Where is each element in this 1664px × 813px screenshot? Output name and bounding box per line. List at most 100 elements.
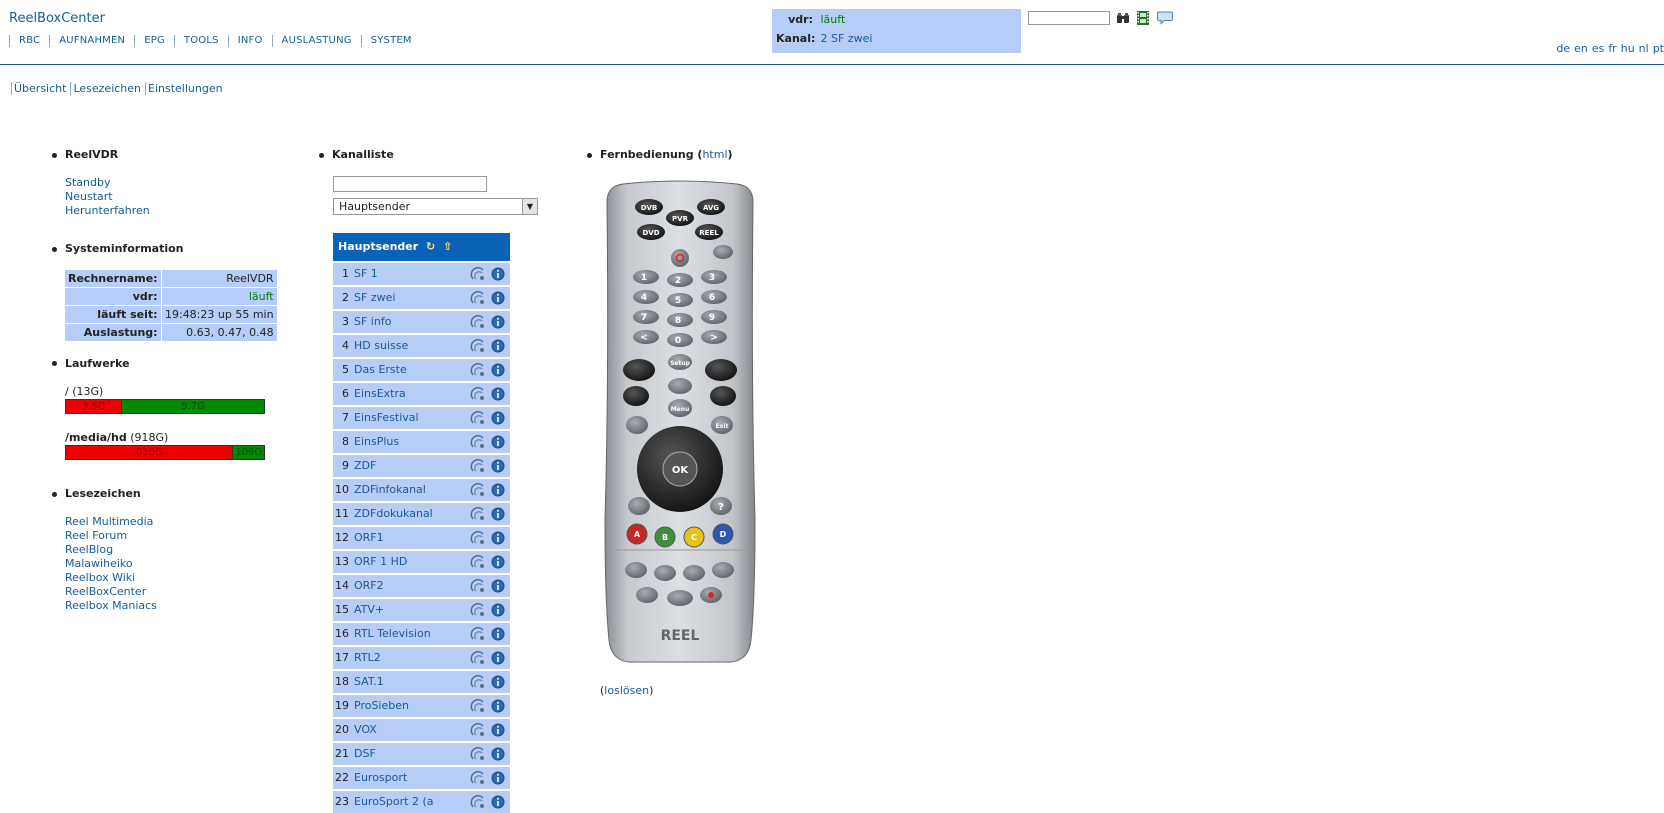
- stream-icon[interactable]: [470, 387, 486, 401]
- shutdown-link[interactable]: Herunterfahren: [65, 204, 150, 218]
- info-icon[interactable]: [491, 603, 505, 617]
- subnav-uebersicht[interactable]: Übersicht: [11, 82, 70, 95]
- lang-hu[interactable]: hu: [1621, 42, 1635, 55]
- info-icon[interactable]: [491, 267, 505, 281]
- channel-name-link[interactable]: ZDFdokukanal: [354, 503, 433, 525]
- lang-pt[interactable]: pt: [1653, 42, 1664, 55]
- timer-button[interactable]: [667, 590, 693, 606]
- nav-info[interactable]: INFO: [227, 35, 272, 47]
- channel-name-link[interactable]: ORF 1 HD: [354, 551, 407, 573]
- info-button[interactable]: [713, 245, 733, 259]
- channel-name-link[interactable]: ORF2: [354, 575, 384, 597]
- channel-name-link[interactable]: SF 1: [354, 263, 378, 285]
- stream-icon[interactable]: [470, 795, 486, 809]
- folder-button[interactable]: [626, 416, 648, 434]
- lang-es[interactable]: es: [1592, 42, 1605, 55]
- info-icon[interactable]: [491, 459, 505, 473]
- info-icon[interactable]: [491, 723, 505, 737]
- standby-link[interactable]: Standby: [65, 176, 150, 190]
- stop-button[interactable]: [636, 587, 658, 603]
- stream-icon[interactable]: [470, 339, 486, 353]
- restart-link[interactable]: Neustart: [65, 190, 150, 204]
- info-icon[interactable]: [491, 627, 505, 641]
- stream-icon[interactable]: [470, 483, 486, 497]
- info-icon[interactable]: [491, 555, 505, 569]
- stream-icon[interactable]: [470, 651, 486, 665]
- power-button[interactable]: [671, 249, 689, 267]
- channel-name-link[interactable]: ProSieben: [354, 695, 409, 717]
- bookmark-link[interactable]: Reelbox Maniacs: [65, 599, 157, 613]
- refresh-icon[interactable]: ↻: [426, 240, 435, 253]
- mute-button[interactable]: [668, 378, 692, 394]
- bookmark-link[interactable]: Reel Forum: [65, 529, 157, 543]
- channel-name-link[interactable]: EinsFestival: [354, 407, 419, 429]
- stream-icon[interactable]: [470, 579, 486, 593]
- chevron-down-icon[interactable]: ▼: [522, 199, 537, 214]
- nav-auslastung[interactable]: AUSLASTUNG: [271, 35, 361, 47]
- info-icon[interactable]: [491, 531, 505, 545]
- nav-aufnahmen[interactable]: AUFNAHMEN: [49, 35, 134, 47]
- teletext-button[interactable]: [628, 497, 650, 515]
- channel-name-link[interactable]: VOX: [354, 719, 377, 741]
- search-input[interactable]: [1028, 11, 1110, 25]
- stream-icon[interactable]: [470, 747, 486, 761]
- lang-de[interactable]: de: [1556, 42, 1570, 55]
- stream-icon[interactable]: [470, 603, 486, 617]
- info-icon[interactable]: [491, 435, 505, 449]
- info-icon[interactable]: [491, 771, 505, 785]
- stream-icon[interactable]: [470, 411, 486, 425]
- binoculars-icon[interactable]: [1116, 11, 1130, 25]
- stream-icon[interactable]: [470, 531, 486, 545]
- info-icon[interactable]: [491, 339, 505, 353]
- forward-button[interactable]: [712, 562, 734, 578]
- stream-icon[interactable]: [470, 723, 486, 737]
- channel-name-link[interactable]: EinsExtra: [354, 383, 406, 405]
- subnav-einstellungen[interactable]: Einstellungen: [145, 82, 227, 95]
- stream-icon[interactable]: [470, 699, 486, 713]
- info-icon[interactable]: [491, 675, 505, 689]
- bookmark-link[interactable]: ReelBoxCenter: [65, 585, 157, 599]
- stream-icon[interactable]: [470, 507, 486, 521]
- info-icon[interactable]: [491, 507, 505, 521]
- info-icon[interactable]: [491, 483, 505, 497]
- nav-rbc[interactable]: RBC: [9, 35, 49, 47]
- chat-bubble-icon[interactable]: [1157, 11, 1173, 25]
- stream-icon[interactable]: [470, 675, 486, 689]
- film-icon[interactable]: [1136, 11, 1150, 25]
- info-icon[interactable]: [491, 795, 505, 809]
- bookmark-link[interactable]: Reelbox Wiki: [65, 571, 157, 585]
- lang-nl[interactable]: nl: [1639, 42, 1649, 55]
- channel-name-link[interactable]: SF info: [354, 311, 391, 333]
- info-icon[interactable]: [491, 699, 505, 713]
- channel-name-link[interactable]: Das Erste: [354, 359, 407, 381]
- program-up-button[interactable]: [705, 359, 737, 381]
- channel-name-link[interactable]: HD suisse: [354, 335, 408, 357]
- channel-filter-input[interactable]: [333, 176, 487, 192]
- program-down-button[interactable]: [710, 386, 736, 406]
- info-icon[interactable]: [491, 651, 505, 665]
- channel-name-link[interactable]: SAT.1: [354, 671, 384, 693]
- info-icon[interactable]: [491, 579, 505, 593]
- info-icon[interactable]: [491, 291, 505, 305]
- info-icon[interactable]: [491, 315, 505, 329]
- channel-group-select[interactable]: Hauptsender ▼: [333, 198, 538, 215]
- info-icon[interactable]: [491, 411, 505, 425]
- info-icon[interactable]: [491, 747, 505, 761]
- channel-name-link[interactable]: RTL2: [354, 647, 381, 669]
- channel-name-link[interactable]: EinsPlus: [354, 431, 399, 453]
- up-arrow-icon[interactable]: ⇧: [443, 240, 452, 253]
- nav-epg[interactable]: EPG: [134, 35, 174, 47]
- volume-up-button[interactable]: [623, 359, 655, 381]
- stream-icon[interactable]: [470, 435, 486, 449]
- channel-name-link[interactable]: DSF: [354, 743, 376, 765]
- channel-name-link[interactable]: RTL Television: [354, 623, 431, 645]
- stream-icon[interactable]: [470, 627, 486, 641]
- pause-button[interactable]: [683, 565, 705, 581]
- channel-name-link[interactable]: EuroSport 2 (a: [354, 791, 434, 813]
- subnav-lesezeichen[interactable]: Lesezeichen: [70, 82, 145, 95]
- channel-name-link[interactable]: ZDF: [354, 455, 376, 477]
- stream-icon[interactable]: [470, 291, 486, 305]
- stream-icon[interactable]: [470, 267, 486, 281]
- bookmark-link[interactable]: Reel Multimedia: [65, 515, 157, 529]
- info-icon[interactable]: [491, 363, 505, 377]
